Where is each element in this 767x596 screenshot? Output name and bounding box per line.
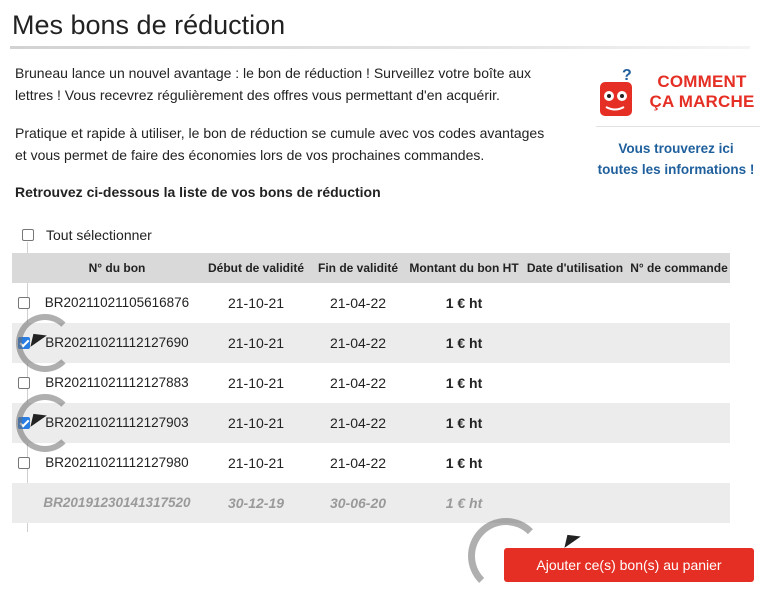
end-date: 21-04-22: [329, 335, 387, 351]
use-date: [522, 483, 628, 523]
intro-paragraph-1: Bruneau lance un nouvel avantage : le bo…: [15, 65, 532, 103]
intro-paragraph-2: Pratique et rapide à utiliser, le bon de…: [15, 125, 545, 163]
use-date: [522, 363, 628, 403]
header-start-date: Début de validité: [207, 261, 305, 275]
header-end-date: Fin de validité: [317, 261, 398, 275]
use-date: [522, 403, 628, 443]
how-it-works-title-line-2: ÇA MARCHE: [649, 92, 755, 111]
select-all-label[interactable]: Tout sélectionner: [46, 227, 152, 243]
table-row: BR20211021112127903 21-10-21 21-04-22 1 …: [12, 403, 730, 443]
amount: 1 € ht: [445, 295, 483, 311]
title-divider: [10, 46, 750, 49]
svg-text:?: ?: [622, 67, 632, 84]
order-number: [628, 323, 730, 363]
voucher-number: BR20191230141317520: [43, 495, 191, 510]
end-date: 30-06-20: [329, 495, 387, 511]
order-number: [628, 283, 730, 323]
amount: 1 € ht: [445, 375, 483, 391]
start-date: 30-12-19: [227, 495, 285, 511]
row-checkbox[interactable]: [18, 377, 30, 389]
list-heading: Retrouvez ci-dessous la liste de vos bon…: [15, 184, 381, 200]
help-mascot-icon: ?: [596, 66, 640, 122]
header-order-number: N° de commande: [630, 261, 728, 275]
click-ripple-indicator: [16, 394, 74, 452]
end-date: 21-04-22: [329, 375, 387, 391]
table-row: BR20211021112127883 21-10-21 21-04-22 1 …: [12, 363, 730, 403]
start-date: 21-10-21: [227, 455, 285, 471]
row-checkbox[interactable]: [18, 297, 30, 309]
use-date: [522, 443, 628, 483]
header-use-date: Date d'utilisation: [526, 261, 624, 275]
amount: 1 € ht: [445, 415, 483, 431]
order-number: [628, 363, 730, 403]
amount: 1 € ht: [445, 455, 483, 471]
use-date: [522, 283, 628, 323]
page-title: Mes bons de réduction: [12, 10, 286, 40]
add-to-cart-button[interactable]: Ajouter ce(s) bon(s) au panier: [504, 548, 754, 582]
row-checkbox[interactable]: [18, 457, 30, 469]
table-row: BR20211021112127980 21-10-21 21-04-22 1 …: [12, 443, 730, 483]
order-number: [628, 483, 730, 523]
table-row: BR20211021105616876 21-10-21 21-04-22 1 …: [12, 283, 730, 323]
help-divider: [596, 126, 760, 127]
start-date: 21-10-21: [227, 295, 285, 311]
end-date: 21-04-22: [329, 415, 387, 431]
how-it-works-title[interactable]: COMMENT ÇA MARCHE: [648, 72, 756, 112]
table-header: N° du bon Début de validité Fin de valid…: [12, 253, 730, 283]
use-date: [522, 323, 628, 363]
header-voucher-number: N° du bon: [88, 261, 146, 275]
click-ripple-indicator: [16, 314, 74, 372]
header-amount: Montant du bon HT: [409, 261, 519, 275]
start-date: 21-10-21: [227, 375, 285, 391]
select-all-checkbox[interactable]: [22, 229, 34, 241]
vouchers-table: N° du bon Début de validité Fin de valid…: [12, 253, 730, 523]
end-date: 21-04-22: [329, 295, 387, 311]
table-row-expired: BR20191230141317520 30-12-19 30-06-20 1 …: [12, 483, 730, 523]
order-number: [628, 443, 730, 483]
help-info-link[interactable]: Vous trouverez ici toutes les informatio…: [592, 138, 760, 180]
how-it-works-title-line-1: COMMENT: [657, 72, 747, 91]
start-date: 21-10-21: [227, 335, 285, 351]
how-it-works-box[interactable]: ? COMMENT ÇA MARCHE Vous trouverez ici t…: [592, 62, 760, 182]
help-info-line-2: toutes les informations !: [597, 162, 755, 177]
amount: 1 € ht: [445, 495, 483, 511]
cursor-arrow-icon: [559, 529, 581, 548]
table-row: BR20211021112127690 21-10-21 21-04-22 1 …: [12, 323, 730, 363]
end-date: 21-04-22: [329, 455, 387, 471]
order-number: [628, 403, 730, 443]
start-date: 21-10-21: [227, 415, 285, 431]
help-info-line-1: Vous trouverez ici: [618, 141, 734, 156]
amount: 1 € ht: [445, 335, 483, 351]
